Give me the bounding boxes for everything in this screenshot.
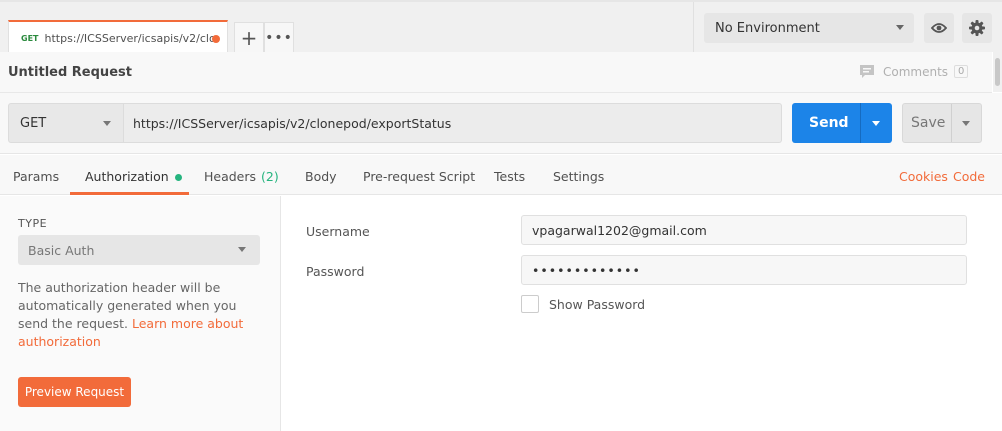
environment-select[interactable]: No Environment: [704, 13, 914, 43]
auth-description: The authorization header will be automat…: [18, 279, 263, 351]
eye-icon: [931, 23, 947, 33]
save-label: Save: [911, 115, 946, 131]
tab-url: https://ICSServer/icsapis/v2/clonepod/ex…: [44, 31, 213, 45]
send-label: Send: [809, 115, 849, 131]
username-label: Username: [306, 224, 370, 239]
preview-request-button[interactable]: Preview Request: [18, 377, 131, 407]
scrollbar-thumb[interactable]: [995, 58, 1000, 86]
username-input[interactable]: [521, 215, 967, 245]
scrollbar[interactable]: [993, 52, 1002, 92]
request-url-bar: GET https://ICSServer/icsapis/v2/clonepo…: [0, 93, 1002, 154]
comments-count: 0: [954, 65, 969, 78]
settings-button[interactable]: [962, 13, 992, 43]
divider: [951, 104, 952, 142]
request-title-bar: Untitled Request Comments 0: [0, 52, 992, 93]
top-bar: GET https://ICSServer/icsapis/v2/clonepo…: [0, 0, 1002, 54]
tab-method: GET: [21, 33, 39, 43]
active-dot-icon: [174, 174, 182, 181]
divider: [693, 2, 694, 54]
code-link[interactable]: Code: [953, 169, 985, 184]
password-label: Password: [306, 264, 365, 279]
chevron-down-icon: [238, 247, 246, 252]
method-value: GET: [20, 115, 47, 131]
comments-label: Comments: [883, 64, 949, 79]
tab-tests[interactable]: Tests: [494, 169, 525, 184]
show-password-toggle[interactable]: Show Password: [521, 295, 645, 313]
more-icon: •••: [265, 29, 293, 46]
environment-quick-look-button[interactable]: [924, 13, 954, 43]
divider: [860, 103, 861, 143]
type-label: TYPE: [18, 217, 48, 230]
tab-body[interactable]: Body: [305, 169, 337, 184]
password-input[interactable]: [521, 255, 967, 285]
tab-headers-label: Headers: [204, 169, 257, 184]
tab-pre-request-script[interactable]: Pre-request Script: [363, 169, 475, 184]
method-select[interactable]: GET: [8, 103, 124, 143]
unsaved-dot-icon: [212, 35, 220, 43]
auth-type-pane: TYPE Basic Auth The authorization header…: [0, 196, 281, 431]
request-title[interactable]: Untitled Request: [8, 65, 132, 80]
show-password-checkbox[interactable]: [521, 295, 539, 313]
chevron-down-icon: [103, 121, 111, 126]
tab-settings[interactable]: Settings: [553, 169, 604, 184]
url-value: https://ICSServer/icsapis/v2/clonepod/ex…: [133, 115, 452, 131]
tab-params[interactable]: Params: [13, 169, 59, 184]
url-input[interactable]: https://ICSServer/icsapis/v2/clonepod/ex…: [124, 103, 782, 143]
comment-icon: [860, 65, 874, 78]
new-tab-button[interactable]: +: [234, 22, 264, 52]
send-button[interactable]: Send: [792, 103, 892, 143]
cookies-link[interactable]: Cookies: [899, 169, 948, 184]
comments-toggle[interactable]: Comments 0: [859, 64, 969, 79]
auth-type-select[interactable]: Basic Auth: [18, 235, 260, 265]
preview-label: Preview Request: [24, 385, 125, 399]
chevron-down-icon[interactable]: [962, 121, 970, 126]
plus-icon: +: [240, 25, 258, 50]
tab-authorization-label: Authorization: [85, 169, 169, 184]
tab-authorization[interactable]: Authorization: [85, 169, 182, 184]
gear-icon: [969, 20, 985, 36]
request-sub-tabs: Params Authorization Headers (2) Body Pre…: [0, 155, 1002, 195]
active-tab-indicator: [70, 192, 189, 195]
request-tab[interactable]: GET https://ICSServer/icsapis/v2/clonepo…: [8, 20, 228, 54]
tab-options-button[interactable]: •••: [264, 22, 294, 52]
save-button[interactable]: Save: [902, 103, 982, 143]
chevron-down-icon[interactable]: [872, 121, 880, 126]
auth-type-value: Basic Auth: [28, 242, 95, 258]
auth-fields-pane: Username Password Show Password: [282, 196, 1002, 431]
chevron-down-icon: [896, 25, 904, 30]
headers-count: (2): [261, 169, 279, 184]
show-password-label: Show Password: [549, 296, 646, 312]
tab-headers[interactable]: Headers (2): [204, 169, 279, 184]
environment-value: No Environment: [715, 20, 820, 36]
